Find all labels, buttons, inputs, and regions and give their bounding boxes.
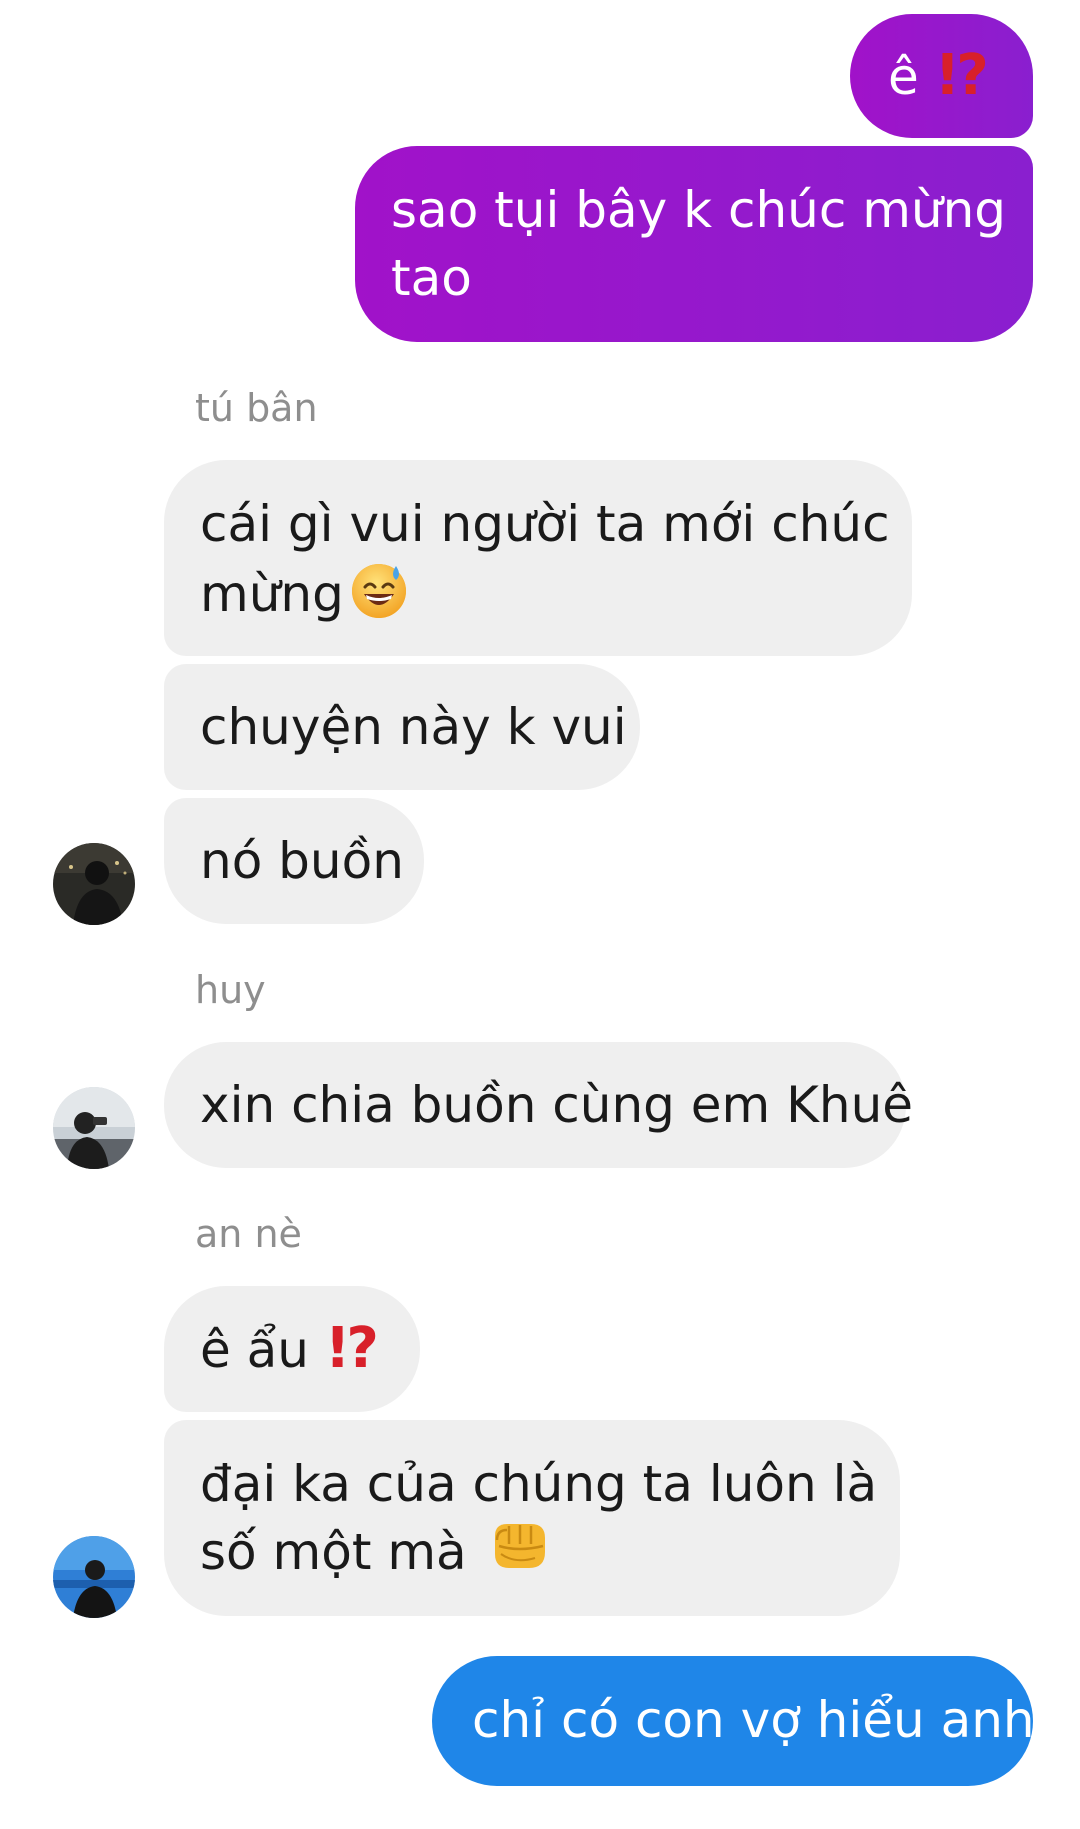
sender-name: huy xyxy=(195,968,266,1012)
chat-thread: ê !? sao tụi bây k chúc mừng tao tú bân … xyxy=(0,0,1080,1829)
message-text: ê ẩu xyxy=(200,1321,309,1379)
incoming-message[interactable]: cái gì vui người ta mới chúc mừng xyxy=(164,460,912,656)
message-text-part: số một mà xyxy=(200,1523,467,1581)
sender-name: tú bân xyxy=(195,386,318,430)
message-text-line: cái gì vui người ta mới chúc xyxy=(200,495,890,553)
exclamation-question-icon: !? xyxy=(324,1316,379,1381)
avatar[interactable] xyxy=(53,1087,135,1169)
incoming-message[interactable]: xin chia buồn cùng em Khuê xyxy=(164,1042,913,1168)
message-text-line: tao xyxy=(391,249,472,307)
outgoing-message[interactable]: ê !? xyxy=(850,14,1033,138)
sweat-smile-emoji-icon xyxy=(348,558,410,637)
incoming-message[interactable]: chuyện này k vui xyxy=(164,664,640,790)
message-text-line: mừng xyxy=(200,558,912,637)
message-text: ê xyxy=(888,48,919,106)
message-text-line: số một mà xyxy=(200,1518,900,1593)
incoming-message[interactable]: ê ẩu !? xyxy=(164,1286,420,1412)
avatar[interactable] xyxy=(53,843,135,925)
message-text-line: đại ka của chúng ta luôn là xyxy=(200,1455,878,1513)
outgoing-message[interactable]: chỉ có con vợ hiểu anh xyxy=(432,1656,1035,1786)
sender-name: an nè xyxy=(195,1212,302,1256)
message-text: xin chia buồn cùng em Khuê xyxy=(200,1076,914,1134)
outgoing-message[interactable]: sao tụi bây k chúc mừng tao xyxy=(355,146,1033,342)
oncoming-fist-emoji-icon xyxy=(487,1518,549,1593)
incoming-message[interactable]: nó buồn xyxy=(164,798,424,924)
message-text-part: mừng xyxy=(200,565,344,623)
avatar[interactable] xyxy=(53,1536,135,1618)
message-text: nó buồn xyxy=(200,832,404,890)
incoming-message[interactable]: đại ka của chúng ta luôn là số một mà xyxy=(164,1420,900,1616)
message-text: chỉ có con vợ hiểu anh xyxy=(472,1691,1035,1749)
exclamation-question-icon: !? xyxy=(934,43,989,108)
message-text: chuyện này k vui xyxy=(200,698,627,756)
message-text-line: sao tụi bây k chúc mừng xyxy=(391,181,1007,239)
